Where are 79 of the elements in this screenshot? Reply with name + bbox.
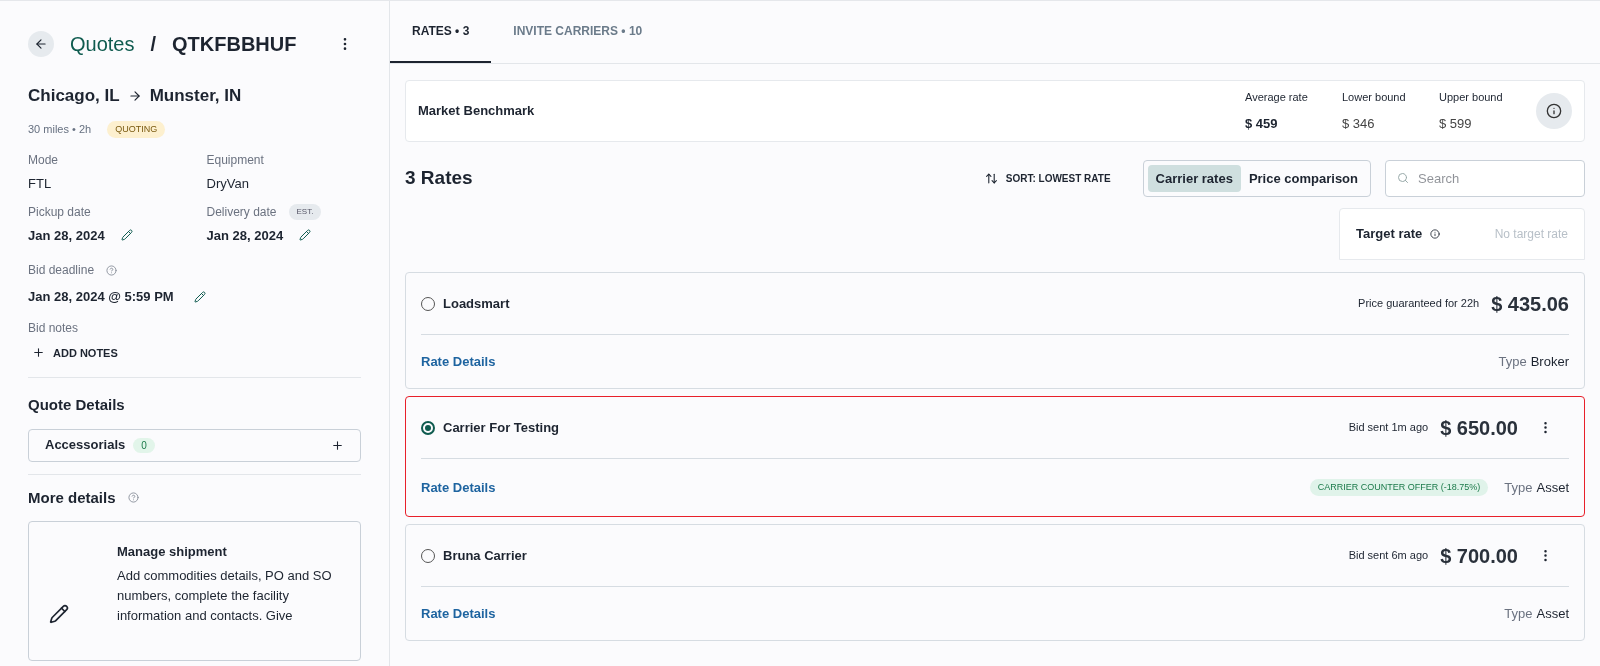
type-value: Asset	[1536, 604, 1569, 623]
origin-city: Chicago, IL	[28, 85, 120, 107]
type-label: Type	[1498, 352, 1527, 371]
rate-price: $ 700.00	[1440, 543, 1518, 569]
breadcrumb-link[interactable]: Quotes	[70, 29, 135, 59]
stat-label: Lower bound	[1342, 90, 1407, 105]
edit-pencil-icon[interactable]	[299, 229, 312, 242]
stat-value: $ 459	[1245, 114, 1279, 133]
type-value: Asset	[1536, 478, 1569, 497]
add-icon	[331, 438, 344, 452]
rate-note: Bid sent 6m ago	[1348, 548, 1429, 564]
distance-duration: 30 miles • 2h	[28, 122, 92, 137]
carrier-name: Loadsmart	[443, 294, 510, 313]
stat-label: Upper bound	[1439, 90, 1504, 105]
type-label: Type	[1504, 604, 1533, 623]
quote-id: QTKFBBHUF	[172, 32, 297, 57]
toggle-option[interactable]: Price comparison	[1240, 165, 1366, 192]
plus-icon	[32, 346, 45, 360]
info-button[interactable]	[1536, 93, 1572, 129]
field-label: Equipment	[206, 152, 264, 169]
field-value: Jan 28, 2024	[206, 226, 284, 245]
benchmark-title: Market Benchmark	[418, 102, 535, 121]
search-icon	[1397, 172, 1409, 184]
tab[interactable]: RATES • 3	[390, 1, 492, 63]
counter-offer-badge: CARRIER COUNTER OFFER (-18.75%)	[1309, 478, 1489, 497]
carrier-name: Bruna Carrier	[443, 546, 527, 565]
rate-details-link[interactable]: Rate Details	[421, 477, 496, 498]
bid-deadline-value: Jan 28, 2024 @ 5:59 PM	[28, 288, 174, 306]
type-value: Broker	[1530, 352, 1569, 371]
info-icon	[1430, 229, 1441, 239]
rates-heading: 3 Rates	[405, 166, 473, 191]
field-value: Jan 28, 2024	[28, 226, 105, 245]
target-rate-label: Target rate	[1356, 225, 1423, 244]
rate-price: $ 435.06	[1491, 291, 1569, 317]
type-label: Type	[1504, 478, 1533, 497]
radio-button[interactable]	[421, 420, 435, 435]
rate-price: $ 650.00	[1440, 415, 1518, 441]
bid-deadline-label: Bid deadline	[28, 262, 95, 279]
accessorials-row[interactable]: Accessorials 0	[28, 428, 361, 462]
help-icon	[127, 492, 139, 504]
target-rate-value: No target rate	[1494, 226, 1568, 243]
sort-arrows-icon	[984, 172, 998, 185]
pencil-icon	[49, 604, 69, 624]
edit-pencil-icon[interactable]	[193, 290, 206, 303]
count-badge: 0	[133, 437, 155, 453]
manage-shipment-card[interactable]: Manage shipment Add commodities details, PO and SO numbers, complete the facility information and contacts. Give	[28, 521, 361, 661]
field-value: FTL	[28, 175, 52, 193]
field-label: Pickup date	[28, 203, 91, 221]
stat-value: $ 346	[1342, 114, 1376, 133]
tab[interactable]: INVITE CARRIERS • 10	[491, 1, 665, 63]
rate-note: Price guaranteed for 22h	[1358, 296, 1480, 312]
help-icon	[106, 264, 118, 276]
destination-city: Munster, IN	[149, 85, 242, 107]
breadcrumb-separator: /	[150, 32, 157, 57]
stat-label: Average rate	[1245, 90, 1309, 105]
card-description: Add commodities details, PO and SO numbers, complete the facility information and contacts. Give	[117, 566, 333, 625]
search-field[interactable]: Search	[1385, 160, 1585, 197]
stat-value: $ 599	[1439, 114, 1473, 133]
field-value: DryVan	[206, 175, 249, 193]
back-button[interactable]	[28, 31, 54, 57]
field-label: Delivery date	[206, 203, 277, 221]
rate-details-link[interactable]: Rate Details	[421, 351, 496, 372]
section-heading: More details	[28, 487, 116, 508]
accessorials-label: Accessorials	[45, 436, 126, 455]
sort-button[interactable]: SORT: LOWEST RATE	[984, 171, 1111, 186]
status-badge: QUOTING	[107, 120, 166, 138]
info-icon	[1546, 103, 1562, 119]
add-notes-button[interactable]: ADD NOTES	[32, 344, 118, 361]
field-label: Mode	[28, 152, 59, 169]
estimate-badge: EST.	[288, 203, 322, 220]
arrow-right-icon	[127, 88, 142, 103]
card-title: Manage shipment	[117, 543, 228, 561]
edit-pencil-icon[interactable]	[120, 229, 133, 242]
rate-details-link[interactable]: Rate Details	[421, 603, 496, 624]
carrier-name: Carrier For Testing	[443, 418, 560, 437]
toggle-option[interactable]: Carrier rates	[1147, 165, 1241, 192]
rate-note: Bid sent 1m ago	[1348, 420, 1429, 436]
bid-notes-label: Bid notes	[28, 319, 80, 337]
section-heading: Quote Details	[28, 395, 126, 415]
